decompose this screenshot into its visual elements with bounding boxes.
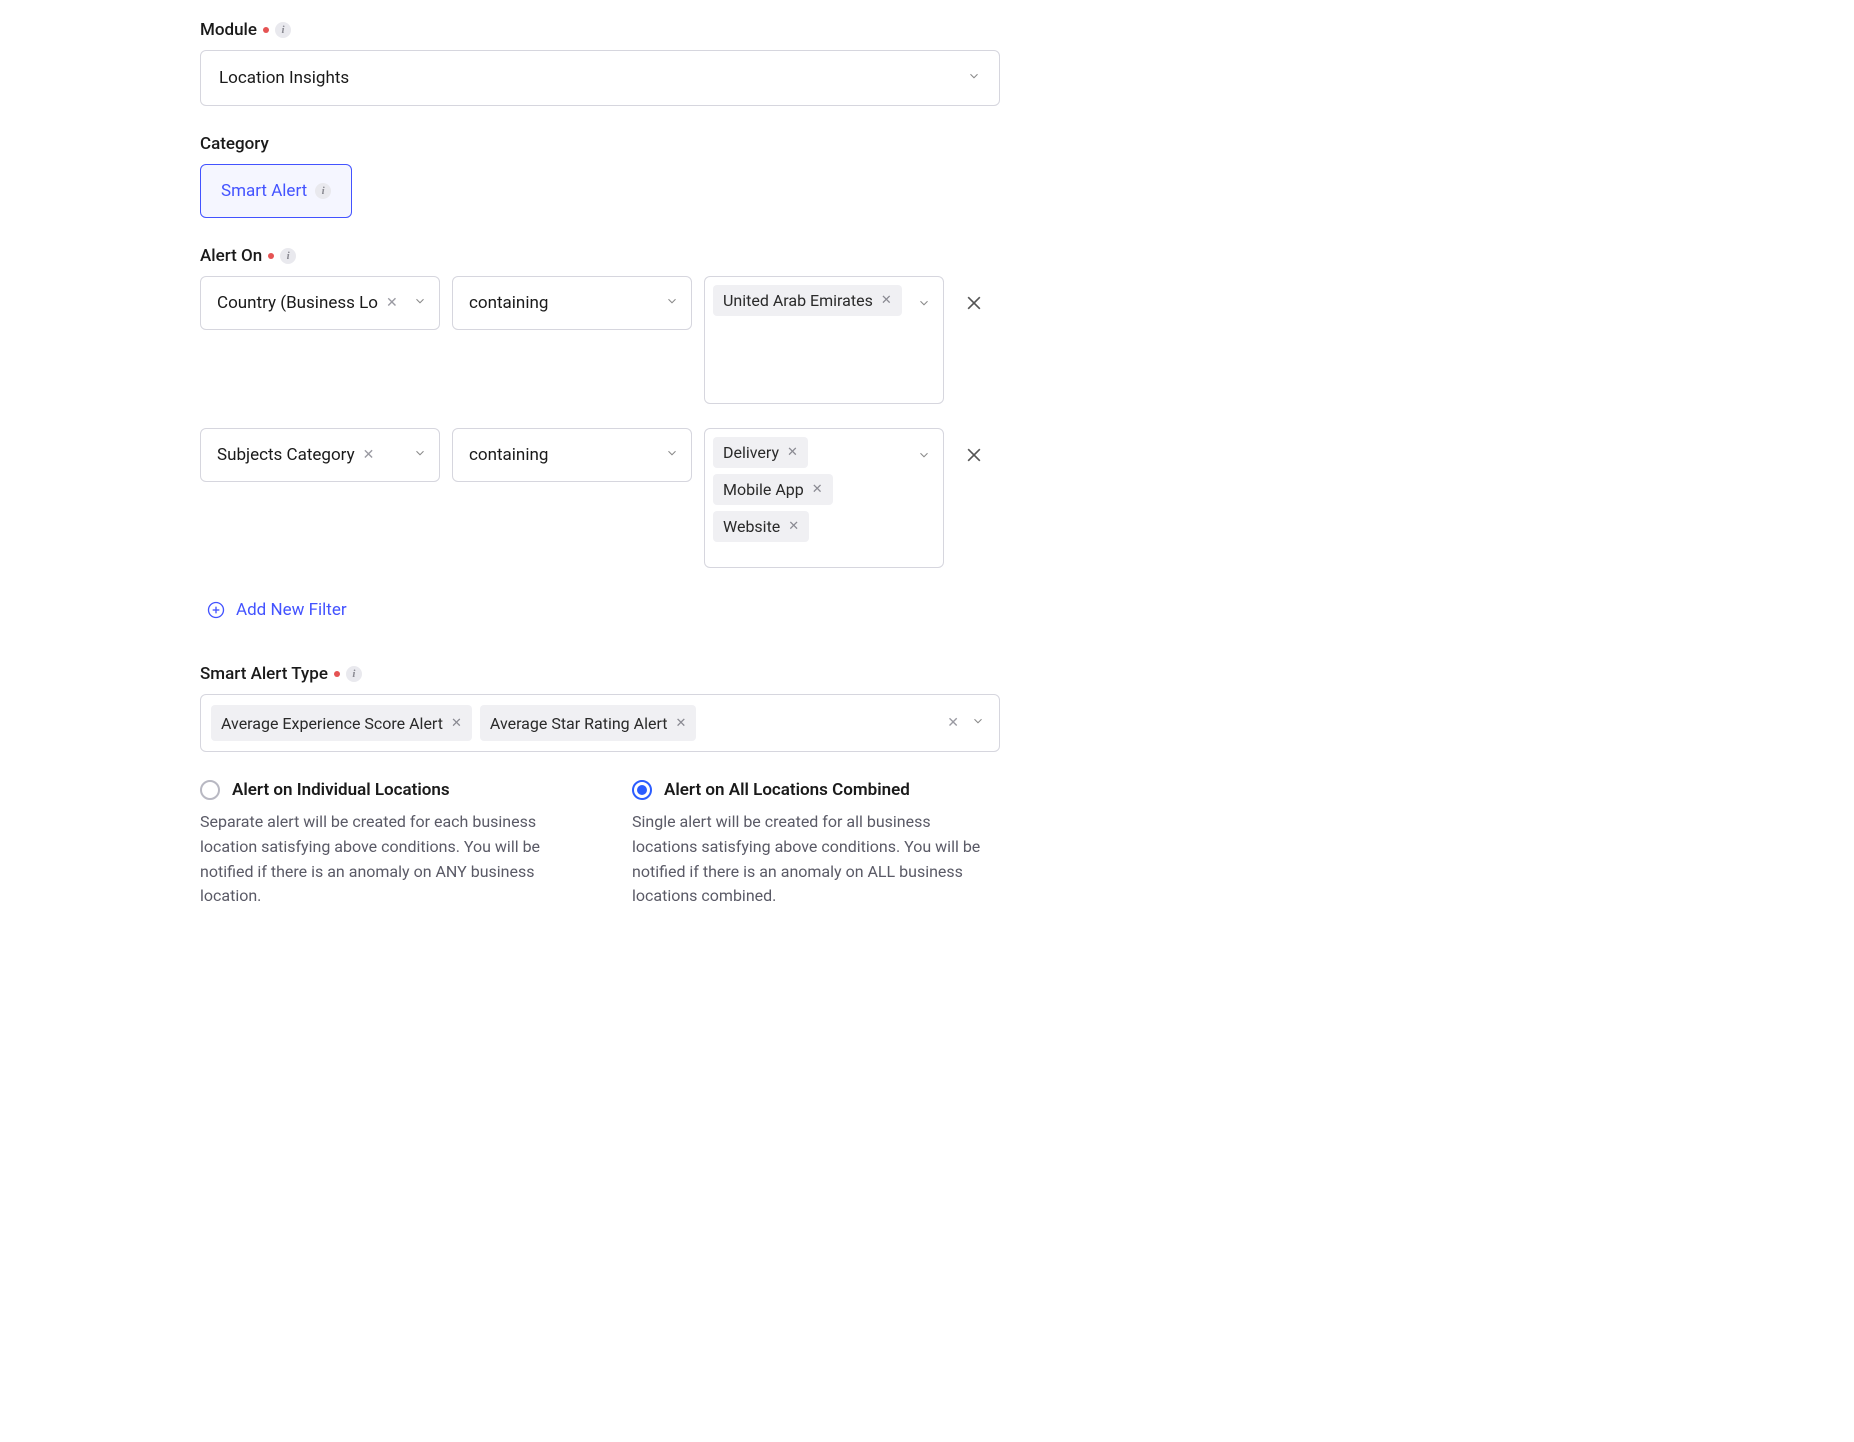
required-dot-icon [263, 27, 269, 33]
filter-value-tag: Website ✕ [713, 511, 809, 542]
filter-value-tag: Mobile App ✕ [713, 474, 833, 505]
filter-row: Subjects Category ✕ containing Delivery ✕… [200, 428, 1000, 568]
module-label-text: Module [200, 20, 257, 40]
tag-text: Website [723, 517, 780, 536]
filter-operator-value: containing [469, 445, 548, 465]
chevron-down-icon [665, 293, 679, 313]
alert-scope-option: Alert on Individual Locations Separate a… [200, 780, 568, 909]
clear-all-icon[interactable]: ✕ [945, 715, 961, 731]
add-new-filter-button[interactable]: Add New Filter [200, 592, 353, 628]
remove-filter-button[interactable] [956, 276, 992, 330]
tag-text: Delivery [723, 443, 779, 462]
filter-value-tag: Delivery ✕ [713, 437, 808, 468]
info-icon[interactable]: i [346, 666, 362, 682]
tag-text: Average Experience Score Alert [221, 714, 443, 733]
chevron-down-icon [665, 445, 679, 465]
info-icon[interactable]: i [275, 22, 291, 38]
radio-button[interactable] [200, 780, 220, 800]
filter-values-select[interactable]: United Arab Emirates ✕ [704, 276, 944, 404]
tag-remove-icon[interactable]: ✕ [788, 519, 799, 534]
required-dot-icon [334, 671, 340, 677]
radio-title: Alert on All Locations Combined [664, 780, 910, 800]
tag-remove-icon[interactable]: ✕ [787, 445, 798, 460]
chevron-down-icon [413, 293, 427, 313]
filter-rows: Country (Business Lo ✕ containing United… [200, 276, 1000, 568]
filter-value-tag: United Arab Emirates ✕ [713, 285, 902, 316]
alert-on-field: Alert On i Country (Business Lo ✕ contai… [200, 246, 1000, 628]
module-field: Module i Location Insights [200, 20, 1000, 106]
alert-scope-options: Alert on Individual Locations Separate a… [200, 780, 1000, 909]
alert-config-form: Module i Location Insights Category Smar… [0, 0, 1000, 949]
chevron-down-icon [967, 68, 981, 88]
required-dot-icon [268, 253, 274, 259]
filter-operator-value: containing [469, 293, 548, 313]
clear-icon[interactable]: ✕ [361, 447, 377, 463]
chevron-down-icon[interactable] [971, 713, 985, 733]
alert-on-label: Alert On i [200, 246, 1000, 266]
filter-field-value: Country (Business Lo [217, 293, 378, 313]
category-field: Category Smart Alert i [200, 134, 1000, 218]
tag-remove-icon[interactable]: ✕ [451, 716, 462, 731]
category-chip-smart-alert[interactable]: Smart Alert i [200, 164, 352, 218]
smart-alert-type-tags: Average Experience Score Alert✕Average S… [211, 705, 696, 741]
alert-scope-option: Alert on All Locations Combined Single a… [632, 780, 1000, 909]
filter-operator-select[interactable]: containing [452, 276, 692, 330]
smart-alert-type-tag: Average Star Rating Alert ✕ [480, 705, 697, 741]
radio-title: Alert on Individual Locations [232, 780, 450, 800]
tag-text: Average Star Rating Alert [490, 714, 668, 733]
add-new-filter-label: Add New Filter [236, 600, 347, 620]
filter-operator-select[interactable]: containing [452, 428, 692, 482]
tag-text: Mobile App [723, 480, 804, 499]
clear-icon[interactable]: ✕ [384, 295, 400, 311]
info-icon[interactable]: i [280, 248, 296, 264]
remove-filter-button[interactable] [956, 428, 992, 482]
tag-remove-icon[interactable]: ✕ [881, 293, 892, 308]
chevron-down-icon [413, 445, 427, 465]
module-value: Location Insights [219, 68, 349, 88]
smart-alert-type-select[interactable]: Average Experience Score Alert✕Average S… [200, 694, 1000, 752]
select-controls: ✕ [945, 713, 985, 733]
plus-circle-icon [206, 600, 226, 620]
radio-description: Separate alert will be created for each … [200, 810, 568, 909]
radio-description: Single alert will be created for all bus… [632, 810, 1000, 909]
filter-values-select[interactable]: Delivery ✕ Mobile App ✕ Website ✕ [704, 428, 944, 568]
filter-field-select[interactable]: Country (Business Lo ✕ [200, 276, 440, 330]
info-icon[interactable]: i [315, 183, 331, 199]
category-label-text: Category [200, 134, 269, 154]
filter-field-value: Subjects Category [217, 445, 355, 465]
alert-on-label-text: Alert On [200, 246, 262, 266]
chevron-down-icon [917, 295, 931, 315]
module-select[interactable]: Location Insights [200, 50, 1000, 106]
tag-remove-icon[interactable]: ✕ [812, 482, 823, 497]
smart-alert-type-label: Smart Alert Type i [200, 664, 1000, 684]
filter-field-select[interactable]: Subjects Category ✕ [200, 428, 440, 482]
radio-button[interactable] [632, 780, 652, 800]
tag-text: United Arab Emirates [723, 291, 873, 310]
module-label: Module i [200, 20, 1000, 40]
smart-alert-type-field: Smart Alert Type i Average Experience Sc… [200, 664, 1000, 752]
filter-row: Country (Business Lo ✕ containing United… [200, 276, 1000, 404]
tag-remove-icon[interactable]: ✕ [675, 716, 686, 731]
smart-alert-type-tag: Average Experience Score Alert ✕ [211, 705, 472, 741]
smart-alert-type-label-text: Smart Alert Type [200, 664, 328, 684]
chevron-down-icon [917, 447, 931, 467]
category-chip-text: Smart Alert [221, 181, 307, 201]
category-label: Category [200, 134, 1000, 154]
